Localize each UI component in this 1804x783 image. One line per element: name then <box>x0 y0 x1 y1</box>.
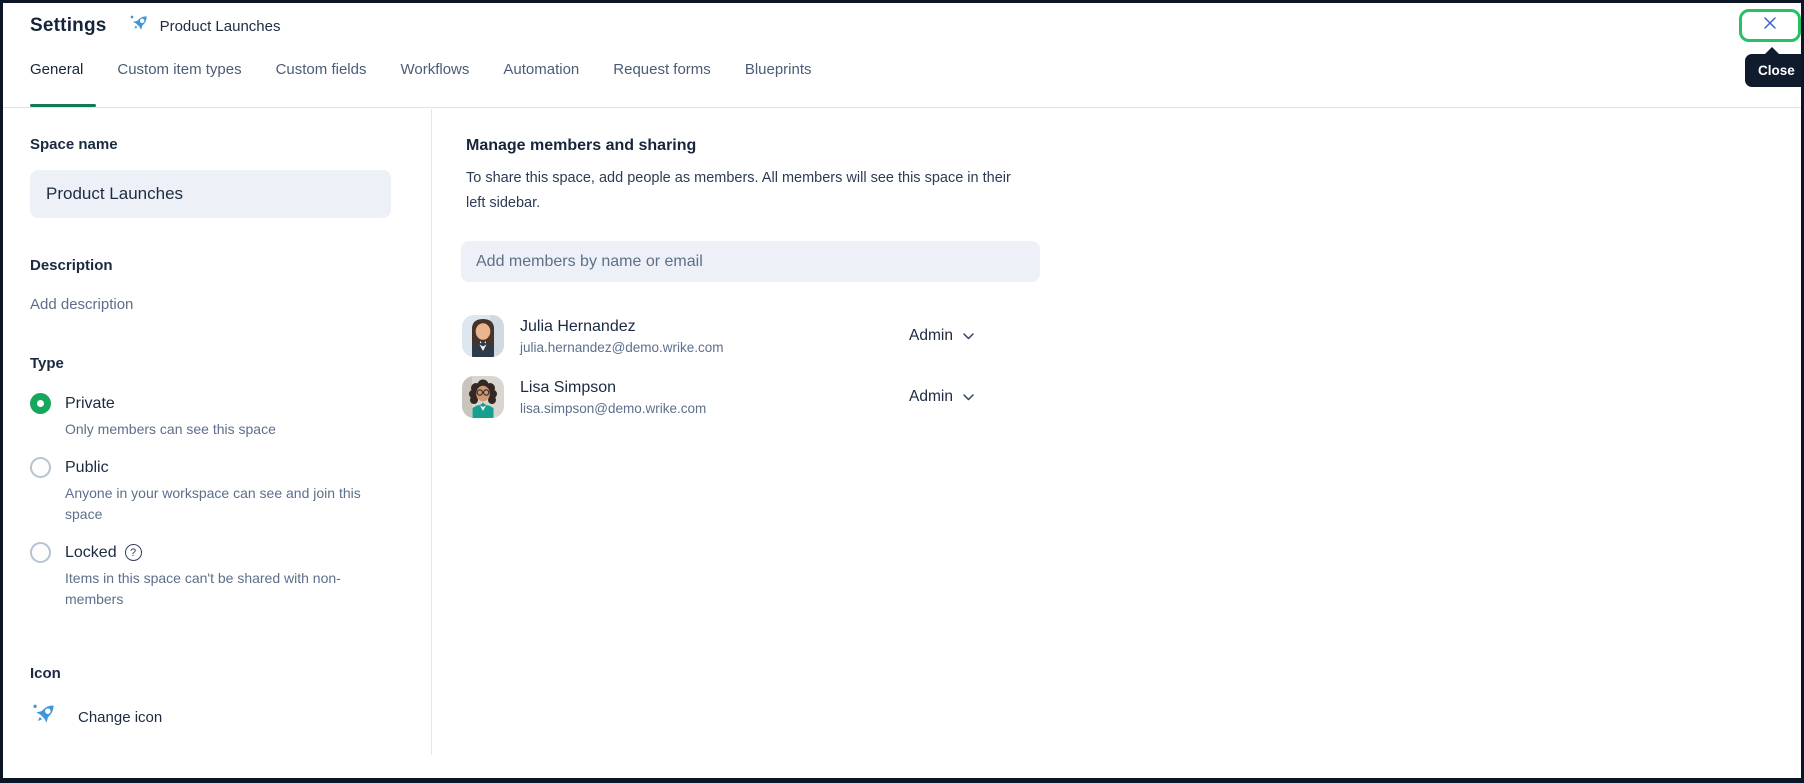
space-settings-panel: Space name Description Add description T… <box>30 109 410 734</box>
change-icon-button[interactable]: Change icon <box>30 700 410 734</box>
rocket-icon <box>128 12 151 40</box>
icon-label: Icon <box>30 665 61 682</box>
panel-divider <box>431 109 432 755</box>
radio-private-label: Private <box>65 394 115 412</box>
radio-locked-label: Locked? <box>65 544 142 562</box>
radio-public-label: Public <box>65 458 109 476</box>
member-name: Julia Hernandez <box>520 317 636 335</box>
chevron-down-icon <box>963 327 974 345</box>
tab-custom-fields[interactable]: Custom fields <box>276 61 367 107</box>
type-option-locked: Locked? Items in this space can't be sha… <box>30 542 410 610</box>
chevron-down-icon <box>963 388 974 406</box>
description-label: Description <box>30 257 113 274</box>
radio-public-description: Anyone in your workspace can see and joi… <box>65 485 361 522</box>
tab-general[interactable]: General <box>30 61 97 107</box>
page-title: Settings <box>30 15 107 36</box>
close-button[interactable] <box>1739 9 1801 42</box>
member-role-dropdown[interactable]: Admin <box>909 327 974 345</box>
change-icon-label: Change icon <box>78 708 163 726</box>
radio-private[interactable] <box>30 393 51 414</box>
member-role-value: Admin <box>909 327 953 344</box>
space-name-breadcrumb: Product Launches <box>159 17 281 35</box>
member-role-dropdown[interactable]: Admin <box>909 388 974 406</box>
members-heading: Manage members and sharing <box>466 137 697 154</box>
tab-custom-item-types[interactable]: Custom item types <box>117 61 241 107</box>
member-info: Lisa Simpson lisa.simpson@demo.wrike.com <box>520 376 706 418</box>
members-panel: Manage members and sharing To share this… <box>461 109 1066 437</box>
member-role-value: Admin <box>909 388 953 405</box>
space-name-label: Space name <box>30 136 118 153</box>
type-option-private: Private Only members can see this space <box>30 393 410 440</box>
radio-locked[interactable] <box>30 542 51 563</box>
close-tooltip: Close <box>1745 47 1801 87</box>
tab-automation[interactable]: Automation <box>503 61 579 107</box>
tab-divider-line <box>3 107 1801 108</box>
member-info: Julia Hernandez julia.hernandez@demo.wri… <box>520 315 724 357</box>
avatar <box>462 315 504 357</box>
add-members-input[interactable] <box>461 241 1040 282</box>
radio-public[interactable] <box>30 457 51 478</box>
radio-private-description: Only members can see this space <box>65 421 276 437</box>
x-icon <box>1762 15 1778 36</box>
member-email: julia.hernandez@demo.wrike.com <box>520 339 724 355</box>
tab-workflows[interactable]: Workflows <box>400 61 469 107</box>
dialog-header: Settings Product Launches <box>30 12 280 40</box>
tab-request-forms[interactable]: Request forms <box>613 61 711 107</box>
space-badge: Product Launches <box>128 12 281 40</box>
rocket-icon <box>30 700 59 734</box>
question-mark-icon[interactable]: ? <box>124 544 142 561</box>
member-email: lisa.simpson@demo.wrike.com <box>520 400 707 416</box>
space-name-input[interactable] <box>30 170 391 218</box>
member-row-julia: Julia Hernandez julia.hernandez@demo.wri… <box>462 315 1066 357</box>
radio-locked-description: Items in this space can't be shared with… <box>65 570 341 607</box>
add-description-link[interactable]: Add description <box>30 296 133 313</box>
settings-dialog: Settings Product Launches Close General … <box>0 0 1804 783</box>
settings-tab-bar: General Custom item types Custom fields … <box>30 61 812 107</box>
member-list: Julia Hernandez julia.hernandez@demo.wri… <box>462 315 1066 418</box>
type-label: Type <box>30 355 64 372</box>
member-row-lisa: Lisa Simpson lisa.simpson@demo.wrike.com… <box>462 376 1066 418</box>
member-name: Lisa Simpson <box>520 378 617 396</box>
tab-blueprints[interactable]: Blueprints <box>745 61 812 107</box>
type-option-public: Public Anyone in your workspace can see … <box>30 457 410 525</box>
avatar <box>462 376 504 418</box>
members-description: To share this space, add people as membe… <box>466 170 1011 211</box>
